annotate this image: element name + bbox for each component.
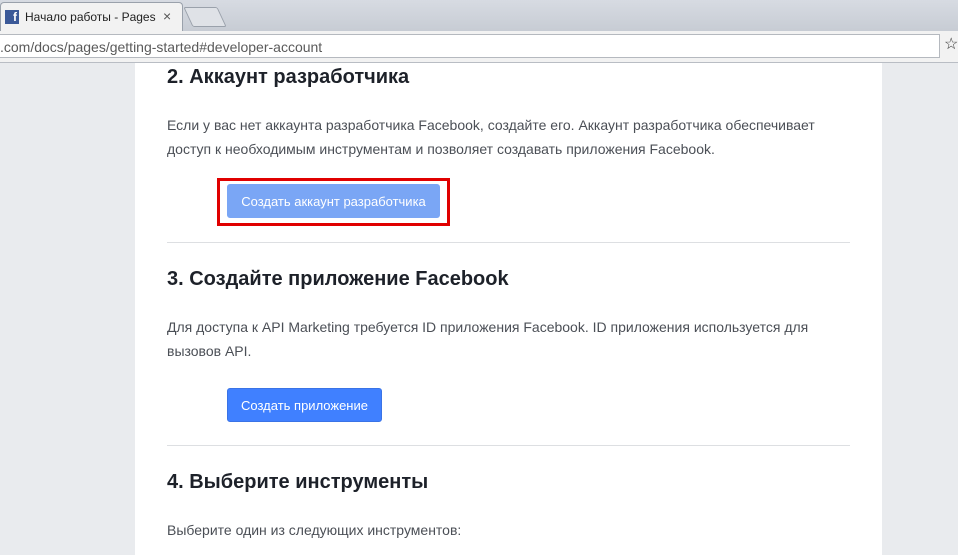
docs-content-card: 2. Аккаунт разработчика Если у вас нет а… <box>135 63 882 555</box>
browser-tab-strip: f Начало работы - Pages × <box>0 0 958 31</box>
section-description: Для доступа к API Marketing требуется ID… <box>167 315 850 363</box>
facebook-favicon-icon: f <box>5 10 19 24</box>
bookmark-star-icon[interactable]: ☆ <box>944 37 958 53</box>
section-create-app: 3. Создайте приложение Facebook <box>167 268 850 291</box>
section-description: Если у вас нет аккаунта разработчика Fac… <box>167 113 850 161</box>
browser-tab[interactable]: f Начало работы - Pages × <box>0 2 183 31</box>
create-developer-account-button[interactable]: Создать аккаунт разработчика <box>227 184 440 218</box>
tab-close-icon[interactable]: × <box>163 8 171 24</box>
address-bar[interactable]: .com/docs/pages/getting-started#develope… <box>0 34 940 58</box>
tab-title: Начало работы - Pages <box>25 10 156 24</box>
browser-toolbar: .com/docs/pages/getting-started#develope… <box>0 31 958 63</box>
section-divider <box>167 445 850 446</box>
section-divider <box>167 242 850 243</box>
section-description: Выберите один из следующих инструментов: <box>167 518 850 542</box>
new-tab-button[interactable] <box>183 7 227 27</box>
paragraph-line: Выберите один из следующих инструментов: <box>167 522 462 538</box>
section-choose-tools: 4. Выберите инструменты <box>167 471 850 494</box>
paragraph-line: вызовов API. <box>167 343 252 359</box>
create-app-button[interactable]: Создать приложение <box>227 388 382 422</box>
address-bar-url[interactable]: .com/docs/pages/getting-started#develope… <box>0 39 322 55</box>
section-heading: 3. Создайте приложение Facebook <box>167 268 509 290</box>
paragraph-line: доступ к необходимым инструментам и позв… <box>167 141 715 157</box>
paragraph-line: Для доступа к API Marketing требуется ID… <box>167 319 809 335</box>
paragraph-line: Если у вас нет аккаунта разработчика Fac… <box>167 117 815 133</box>
section-heading: 4. Выберите инструменты <box>167 471 429 493</box>
section-developer-account: 2. Аккаунт разработчика <box>167 66 850 89</box>
section-heading: 2. Аккаунт разработчика <box>167 66 410 88</box>
